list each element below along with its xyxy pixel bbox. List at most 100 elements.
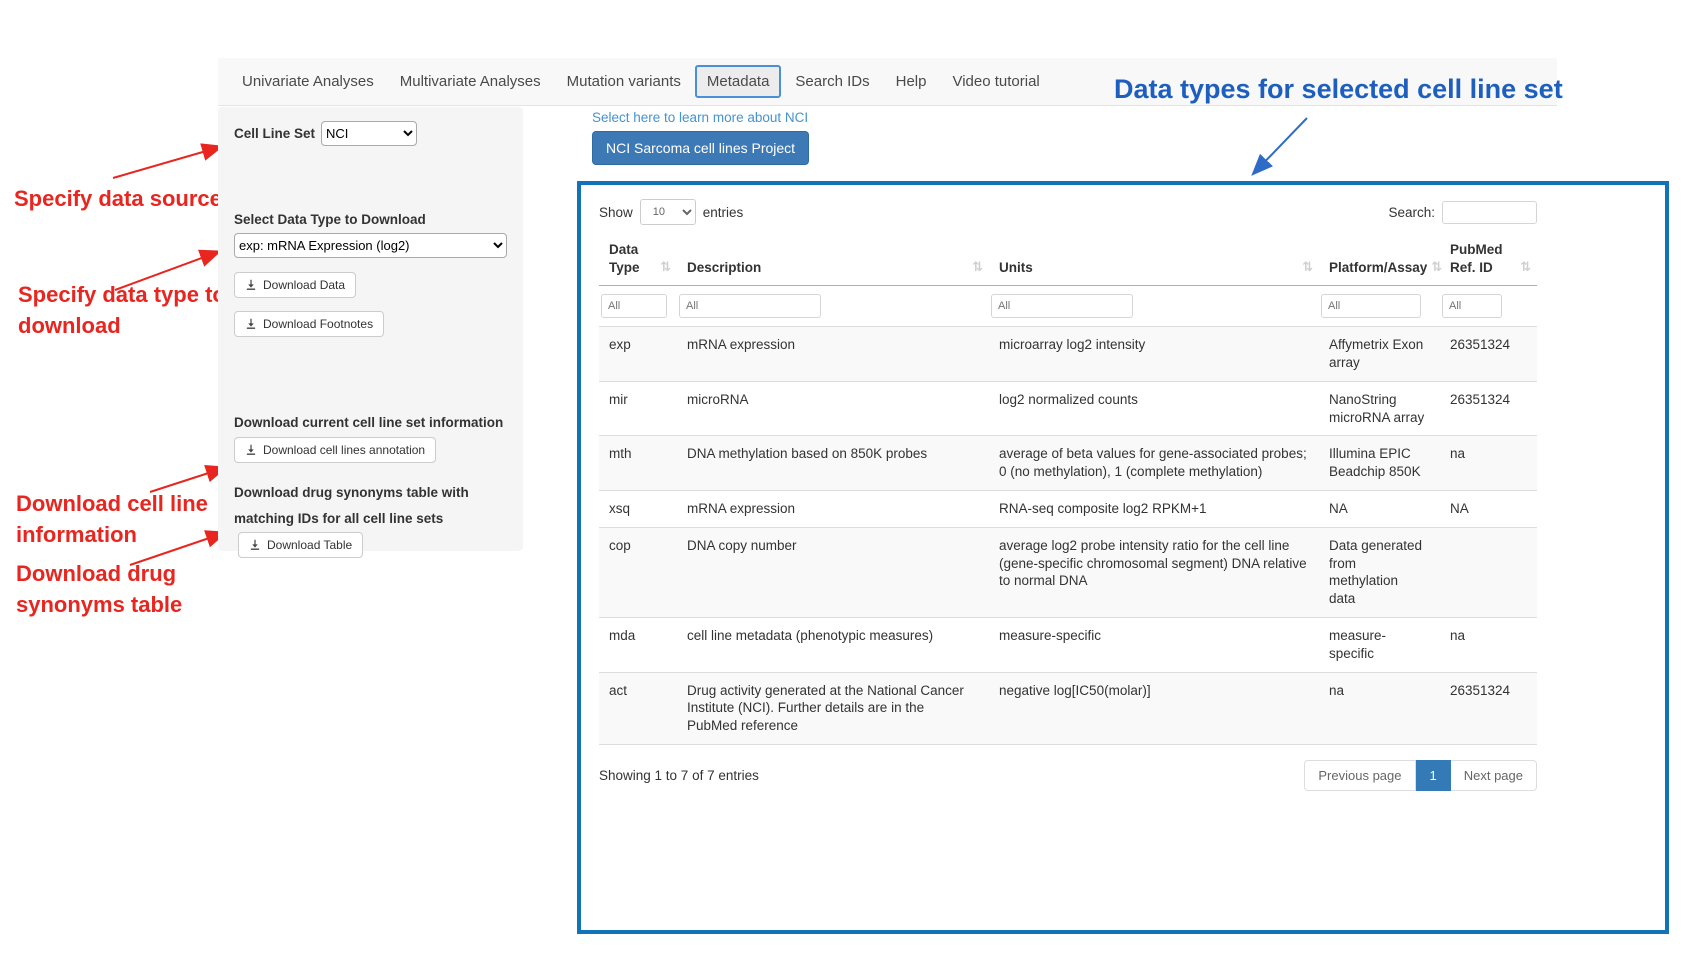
cell-data_type: exp — [599, 327, 677, 382]
column-filter-input[interactable] — [1321, 294, 1421, 318]
column-header[interactable]: Description ⇅ — [677, 237, 989, 286]
pagination: Previous page 1 Next page — [1304, 760, 1537, 791]
cell-units: microarray log2 intensity — [989, 327, 1319, 382]
cell-pubmed: NA — [1440, 490, 1537, 527]
download-footnotes-button[interactable]: Download Footnotes — [234, 311, 384, 337]
column-header[interactable]: Units ⇅ — [989, 237, 1319, 286]
cell-platform: Illumina EPIC Beadchip 850K — [1319, 436, 1440, 491]
cell-data_type: cop — [599, 527, 677, 617]
search-input[interactable] — [1442, 201, 1537, 224]
cell-description: Drug activity generated at the National … — [677, 672, 989, 744]
table-row-mda: mdacell line metadata (phenotypic measur… — [599, 618, 1537, 673]
sort-icon[interactable]: ⇅ — [972, 259, 983, 276]
cell-units: average of beta values for gene-associat… — [989, 436, 1319, 491]
tab-multivariate-analyses[interactable]: Multivariate Analyses — [388, 65, 553, 98]
cell-units: RNA-seq composite log2 RPKM+1 — [989, 490, 1319, 527]
cell-description: DNA methylation based on 850K probes — [677, 436, 989, 491]
download-footnotes-label: Download Footnotes — [263, 317, 373, 331]
tab-metadata[interactable]: Metadata — [695, 65, 782, 98]
cell-platform: Data generated from methylation data — [1319, 527, 1440, 617]
control-panel: Cell Line Set NCI Select Data Type to Do… — [218, 107, 523, 551]
column-filter-input[interactable] — [679, 294, 821, 318]
cell-data_type: mda — [599, 618, 677, 673]
download-table-button[interactable]: Download Table — [238, 532, 363, 558]
download-icon — [245, 444, 257, 456]
cell-units: average log2 probe intensity ratio for t… — [989, 527, 1319, 617]
cell-platform: measure-specific — [1319, 618, 1440, 673]
cell-platform: NanoString microRNA array — [1319, 381, 1440, 436]
column-header-label: Data Type — [609, 241, 656, 276]
red-arrow-data-source — [113, 147, 220, 178]
blue-arrow-data-types — [1254, 118, 1307, 173]
column-header[interactable]: Data Type⇅ — [599, 237, 677, 286]
data-type-label: Select Data Type to Download — [234, 212, 507, 227]
cell-units: log2 normalized counts — [989, 381, 1319, 436]
entries-label: entries — [703, 205, 744, 220]
download-icon — [245, 318, 257, 330]
table-body: exp mRNA expression microarray log2 intens… — [599, 327, 1537, 745]
sort-icon[interactable]: ⇅ — [660, 259, 671, 276]
column-header-label: Units — [999, 259, 1033, 277]
cell-description: DNA copy number — [677, 527, 989, 617]
column-filter-input[interactable] — [601, 294, 667, 318]
column-header-label: Platform/Assay — [1329, 259, 1427, 277]
cell-description: mRNA expression — [677, 490, 989, 527]
cell-pubmed: 26351324 — [1440, 672, 1537, 744]
cell-pubmed: 26351324 — [1440, 327, 1537, 382]
cell-pubmed: na — [1440, 618, 1537, 673]
table-header-row: Data Type⇅Description⇅Units⇅Platform/Ass… — [599, 237, 1537, 286]
tab-search-ids[interactable]: Search IDs — [783, 65, 881, 98]
table-row-act: actDrug activity generated at the Nation… — [599, 672, 1537, 744]
column-filter-input[interactable] — [991, 294, 1133, 318]
blue-annotation-title: Data types for selected cell line set — [1114, 74, 1563, 105]
red-annotation-2: Download cell lineinformation — [16, 488, 208, 550]
sort-icon[interactable]: ⇅ — [1302, 259, 1313, 276]
cell-line-info-heading: Download current cell line set informati… — [234, 415, 507, 430]
learn-more-link[interactable]: Select here to learn more about NCI — [592, 110, 808, 125]
table-row-exp: expmRNA expressionmicroarray log2 intens… — [599, 327, 1537, 382]
download-cell-lines-annotation-button[interactable]: Download cell lines annotation — [234, 437, 436, 463]
search-label: Search: — [1388, 205, 1435, 220]
drug-synonyms-heading: Download drug synonyms table with matchi… — [234, 480, 507, 558]
column-header[interactable]: Platform/Assay⇅ — [1319, 237, 1440, 286]
column-header-label: Description — [687, 259, 761, 277]
drug-synonyms-heading-text: Download drug synonyms table with matchi… — [234, 485, 469, 526]
cell-units: measure-specific — [989, 618, 1319, 673]
sort-icon[interactable]: ⇅ — [1431, 259, 1442, 276]
datatable-container: Show 10 entries Search: Data Type⇅Descri… — [599, 199, 1537, 791]
tab-mutation-variants[interactable]: Mutation variants — [555, 65, 693, 98]
download-data-button[interactable]: Download Data — [234, 272, 356, 298]
cell-pubmed: 26351324 — [1440, 381, 1537, 436]
download-cell-lines-annotation-label: Download cell lines annotation — [263, 443, 425, 457]
data-type-select[interactable]: exp: mRNA Expression (log2) — [234, 233, 507, 258]
cell-units: negative log[IC50(molar)] — [989, 672, 1319, 744]
data-types-table: Data Type⇅Description⇅Units⇅Platform/Ass… — [599, 237, 1537, 745]
tab-video-tutorial[interactable]: Video tutorial — [940, 65, 1051, 98]
page-length-select[interactable]: 10 — [640, 199, 696, 225]
column-filter-input[interactable] — [1442, 294, 1502, 318]
cell-description: microRNA — [677, 381, 989, 436]
cell-data_type: mth — [599, 436, 677, 491]
cell-line-set-select[interactable]: NCI — [321, 121, 417, 146]
cell-line-set-label: Cell Line Set — [234, 126, 315, 141]
cell-pubmed — [1440, 527, 1537, 617]
project-button[interactable]: NCI Sarcoma cell lines Project — [592, 131, 809, 165]
next-page-button[interactable]: Next page — [1451, 760, 1537, 791]
cell-data_type: mir — [599, 381, 677, 436]
page-number-button[interactable]: 1 — [1416, 760, 1451, 791]
cell-platform: na — [1319, 672, 1440, 744]
download-icon — [249, 539, 261, 551]
column-header[interactable]: PubMed Ref. ID⇅ — [1440, 237, 1537, 286]
cell-pubmed: na — [1440, 436, 1537, 491]
red-annotation-0: Specify data source — [14, 183, 222, 214]
sort-icon[interactable]: ⇅ — [1520, 259, 1531, 276]
tab-univariate-analyses[interactable]: Univariate Analyses — [230, 65, 386, 98]
previous-page-button[interactable]: Previous page — [1304, 760, 1415, 791]
download-data-label: Download Data — [263, 278, 345, 292]
tab-help[interactable]: Help — [884, 65, 939, 98]
table-info: Showing 1 to 7 of 7 entries — [599, 768, 759, 783]
table-filter-row — [599, 286, 1537, 327]
cell-data_type: xsq — [599, 490, 677, 527]
table-row-xsq: xsqmRNA expressionRNA-seq composite log2… — [599, 490, 1537, 527]
red-annotation-3: Download drugsynonyms table — [16, 558, 182, 620]
